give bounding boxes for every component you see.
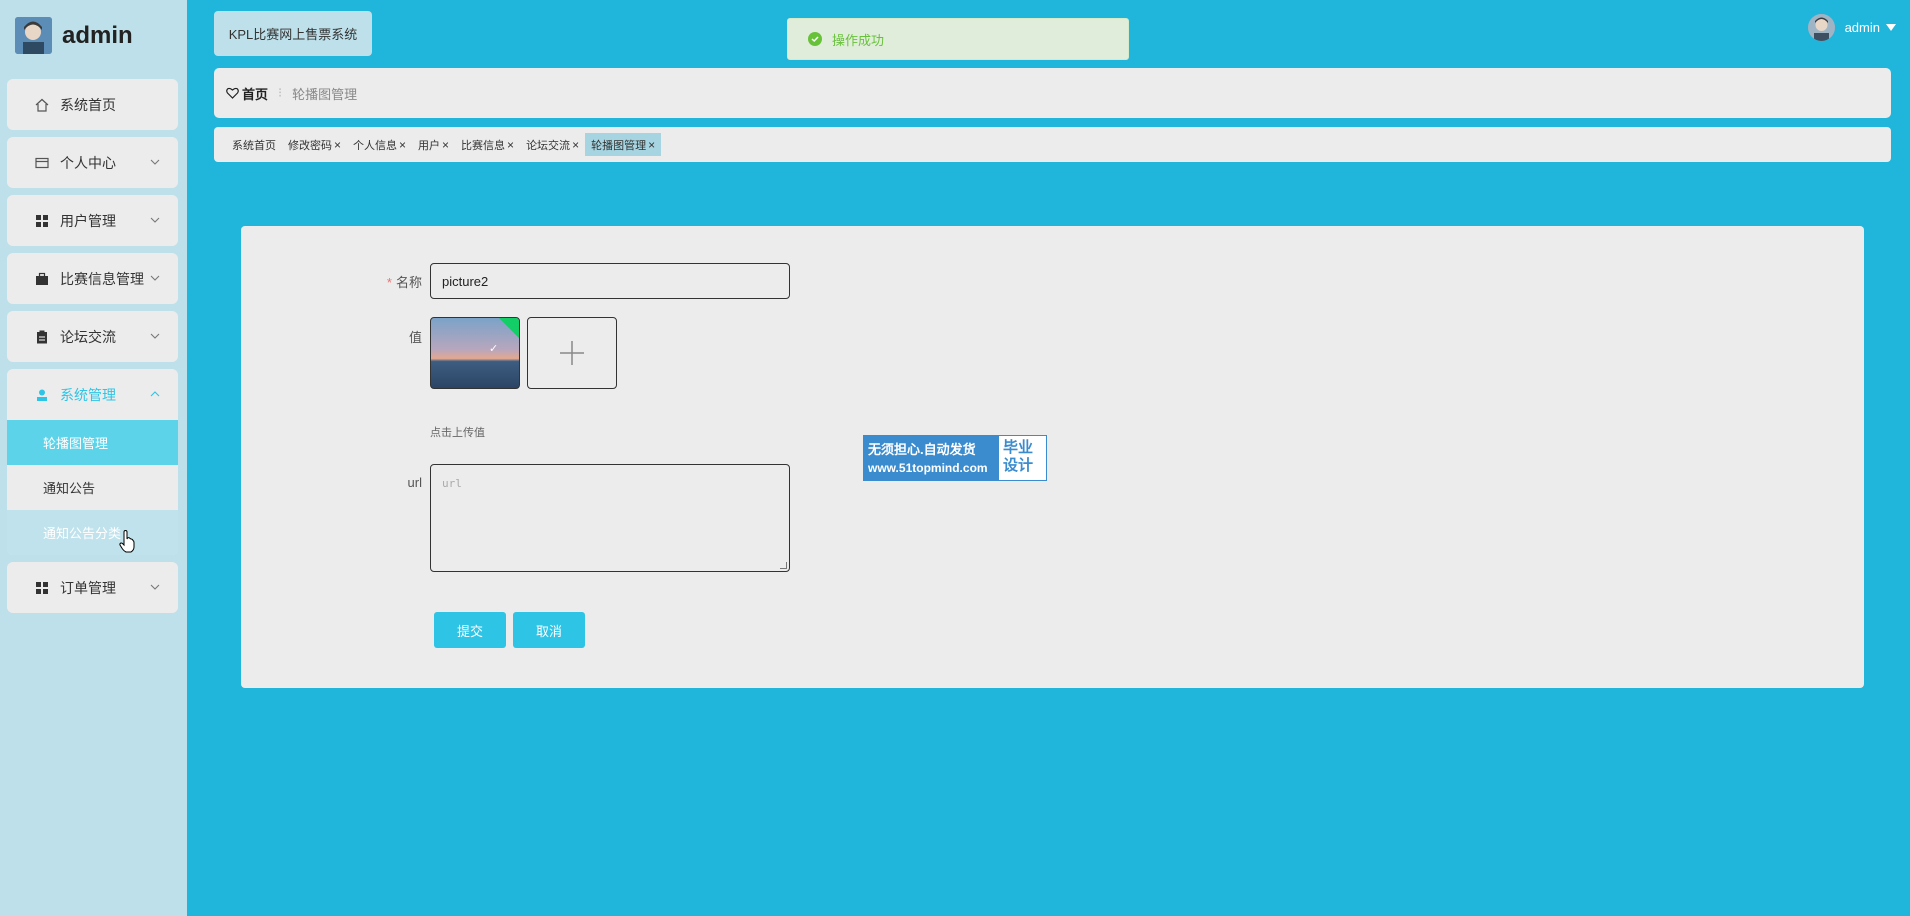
required-mark: * — [386, 275, 392, 290]
chevron-down-icon — [150, 333, 160, 339]
breadcrumb-home-label: 首页 — [242, 86, 269, 102]
sidebar-item-label: 个人中心 — [60, 154, 116, 171]
tab-personal-info[interactable]: 个人信息 × — [347, 133, 412, 156]
sidebar: admin 系统首页 个人中心 用户管理 比赛信息管理 论坛交流 系统管理 轮播… — [0, 0, 187, 916]
upload-button[interactable] — [527, 317, 617, 389]
sidebar-item-match-info[interactable]: 比赛信息管理 — [7, 253, 178, 304]
sidebar-item-system[interactable]: 系统管理 — [7, 369, 178, 420]
close-icon[interactable]: × — [648, 138, 655, 152]
success-corner-badge — [498, 318, 519, 339]
sidebar-item-orders[interactable]: 订单管理 — [7, 562, 178, 613]
username: admin — [1844, 20, 1880, 35]
resize-handle-icon[interactable] — [780, 562, 787, 569]
breadcrumb-home[interactable]: 首页 — [226, 84, 268, 103]
tab-label: 系统首页 — [232, 139, 276, 152]
sidebar-item-home[interactable]: 系统首页 — [7, 79, 178, 130]
success-toast: 操作成功 — [787, 18, 1129, 60]
tab-users[interactable]: 用户 × — [412, 133, 455, 156]
name-label: * 名称 — [342, 272, 422, 291]
check-icon: ✓ — [489, 343, 499, 355]
avatar-logo — [15, 17, 52, 54]
watermark-main: 无须担心.自动发货 www.51topmind.com — [864, 436, 999, 480]
sidebar-item-label: 比赛信息管理 — [60, 270, 144, 287]
url-textarea[interactable]: url — [430, 464, 790, 572]
user-menu[interactable]: admin — [1807, 14, 1896, 41]
home-icon — [34, 97, 50, 113]
brand-title: admin — [62, 21, 133, 49]
tab-label: 比赛信息 — [461, 139, 506, 152]
sidebar-item-notice-category[interactable]: 通知公告分类 — [7, 510, 178, 555]
sidebar-item-notice[interactable]: 通知公告 — [7, 465, 178, 510]
watermark-line2: www.51topmind.com — [868, 461, 988, 475]
upload-hint: 点击上传值 — [430, 427, 485, 439]
grid-icon — [34, 213, 50, 229]
url-placeholder: url — [442, 477, 462, 490]
heart-icon — [226, 87, 239, 99]
tab-bar: 系统首页 修改密码 × 个人信息 × 用户 × 比赛信息 × 论坛交流 × 轮播图管理 × — [214, 127, 1891, 162]
sidebar-item-label: 系统管理 — [60, 386, 116, 403]
watermark: 无须担心.自动发货 www.51topmind.com 毕业设计 — [863, 435, 1047, 481]
clipboard-icon — [34, 329, 50, 345]
breadcrumb-current: 轮播图管理 — [292, 86, 358, 102]
close-icon[interactable]: × — [507, 138, 514, 152]
brand: admin — [15, 17, 133, 54]
chevron-up-icon — [150, 391, 160, 397]
close-icon[interactable]: × — [399, 138, 406, 152]
tab-label: 论坛交流 — [526, 139, 571, 152]
sidebar-item-label: 论坛交流 — [60, 328, 116, 345]
tab-match-info[interactable]: 比赛信息 × — [455, 133, 520, 156]
toast-message: 操作成功 — [832, 32, 885, 48]
url-label: url — [407, 475, 422, 490]
avatar — [1807, 14, 1835, 41]
watermark-line1: 无须担心.自动发货 — [868, 442, 976, 457]
tab-label: 用户 — [418, 139, 441, 152]
tab-label: 轮播图管理 — [591, 139, 647, 152]
name-input[interactable]: picture2 — [430, 263, 790, 299]
sidebar-item-forum[interactable]: 论坛交流 — [7, 311, 178, 362]
grid-icon — [34, 580, 50, 596]
chevron-down-icon — [150, 275, 160, 281]
tab-label: 修改密码 — [288, 139, 332, 152]
breadcrumb: 首页 ⁝ 轮播图管理 — [214, 68, 1891, 118]
system-name-button[interactable]: KPL比赛网上售票系统 — [214, 11, 372, 56]
wallet-icon — [34, 155, 50, 171]
tab-label: 个人信息 — [353, 139, 398, 152]
caret-down-icon — [1886, 24, 1896, 31]
user-icon — [34, 387, 50, 403]
tab-home[interactable]: 系统首页 — [226, 133, 282, 156]
breadcrumb-separator-icon: ⁝ — [278, 85, 283, 100]
tab-carousel[interactable]: 轮播图管理 × — [585, 133, 662, 156]
sidebar-item-personal[interactable]: 个人中心 — [7, 137, 178, 188]
side-menu: 系统首页 个人中心 用户管理 比赛信息管理 论坛交流 系统管理 轮播图管理 通知… — [7, 79, 178, 620]
sidebar-item-users[interactable]: 用户管理 — [7, 195, 178, 246]
chevron-down-icon — [150, 217, 160, 223]
hand-cursor-icon — [119, 530, 135, 553]
tab-forum[interactable]: 论坛交流 × — [520, 133, 585, 156]
chevron-down-icon — [150, 584, 160, 590]
close-icon[interactable]: × — [334, 138, 341, 152]
name-label-text: 名称 — [395, 275, 422, 290]
close-icon[interactable]: × — [572, 138, 579, 152]
submit-button[interactable]: 提交 — [434, 612, 506, 648]
tab-change-password[interactable]: 修改密码 × — [282, 133, 347, 156]
briefcase-icon — [34, 271, 50, 287]
check-circle-icon — [808, 32, 822, 46]
close-icon[interactable]: × — [442, 138, 449, 152]
uploaded-image-thumbnail[interactable]: ✓ — [430, 317, 520, 389]
plus-icon — [560, 341, 584, 365]
sidebar-item-label: 系统首页 — [60, 96, 116, 113]
sidebar-item-label: 用户管理 — [60, 212, 116, 229]
sidebar-item-carousel[interactable]: 轮播图管理 — [7, 420, 178, 465]
chevron-down-icon — [150, 159, 160, 165]
cancel-button[interactable]: 取消 — [513, 612, 585, 648]
system-submenu: 轮播图管理 通知公告 通知公告分类 — [7, 420, 178, 555]
value-label: 值 — [408, 330, 422, 345]
sidebar-item-label: 订单管理 — [60, 579, 116, 596]
watermark-side: 毕业设计 — [1003, 439, 1034, 474]
